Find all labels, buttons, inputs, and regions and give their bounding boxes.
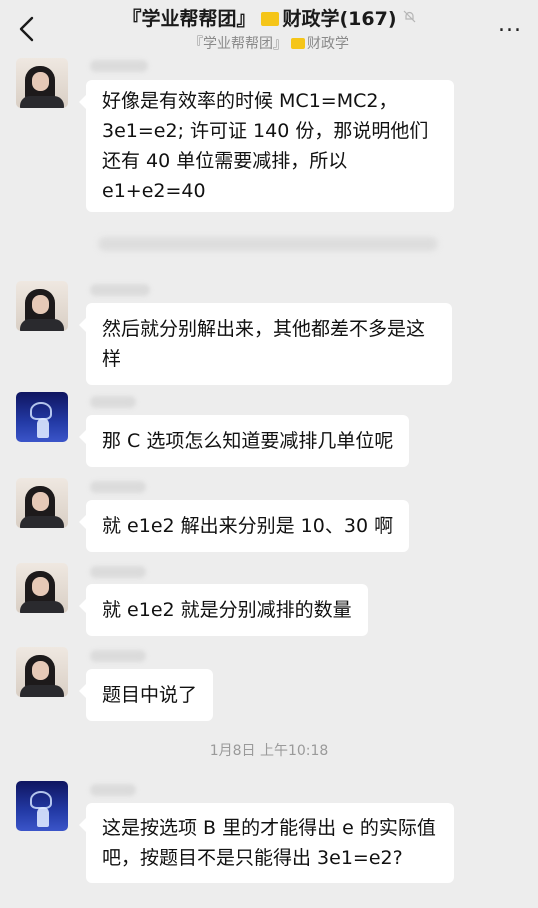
mute-bell-icon [403, 10, 415, 23]
avatar[interactable] [16, 781, 68, 831]
avatar[interactable] [16, 58, 68, 108]
avatar[interactable] [16, 563, 68, 613]
avatar[interactable] [16, 647, 68, 697]
subtitle-group-name: 『学业帮帮团』 [189, 36, 287, 52]
sender-name-blurred [90, 650, 146, 662]
title-group-name: 『学业帮帮团』 [122, 8, 256, 30]
message-bubble[interactable]: 好像是有效率的时候 MC1=MC2，3e1=e2; 许可证 140 份，那说明他… [79, 80, 454, 212]
blurred-recalled-notice [98, 237, 438, 251]
avatar[interactable] [16, 392, 68, 442]
sender-name-blurred [90, 60, 148, 72]
message-bubble[interactable]: 那 C 选项怎么知道要减排几单位呢 [78, 415, 410, 467]
folder-icon [261, 12, 280, 26]
chat-header: 『学业帮帮团』 财政学(167) 『学业帮帮团』 财政学 ... [0, 0, 538, 58]
more-options-button[interactable]: ... [498, 14, 522, 36]
folder-icon-small [291, 38, 305, 49]
chat-title: 『学业帮帮团』 财政学(167) [0, 4, 538, 31]
message-bubble[interactable]: 然后就分别解出来，其他都差不多是这样 [79, 303, 452, 385]
sender-name-blurred [90, 566, 146, 578]
message-timestamp: 1月8日 上午10:18 [209, 743, 329, 759]
message-bubble[interactable]: 题目中说了 [78, 669, 214, 721]
sender-name-blurred [90, 784, 136, 796]
subtitle-topic: 财政学 [307, 36, 349, 52]
title-topic: 财政学(167) [282, 8, 397, 30]
chat-subtitle: 『学业帮帮团』 财政学 [0, 33, 538, 53]
message-bubble[interactable]: 就 e1e2 解出来分别是 10、30 啊 [78, 500, 410, 552]
avatar[interactable] [16, 478, 68, 528]
message-bubble[interactable]: 这是按选项 B 里的才能得出 e 的实际值吧，按题目不是只能得出 3e1=e2? [79, 803, 454, 883]
sender-name-blurred [90, 481, 146, 493]
sender-name-blurred [90, 284, 150, 296]
avatar[interactable] [16, 281, 68, 331]
sender-name-blurred [90, 396, 136, 408]
message-bubble[interactable]: 就 e1e2 就是分别减排的数量 [79, 584, 368, 636]
